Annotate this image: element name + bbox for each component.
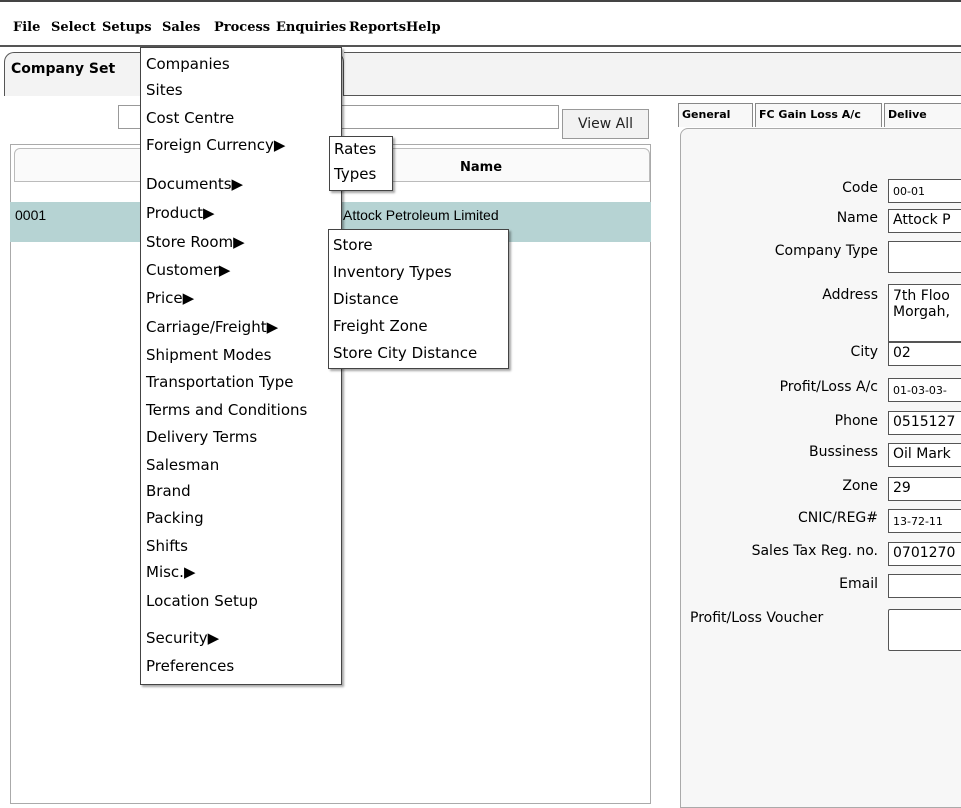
menu-item-brand[interactable]: Brand <box>146 482 191 500</box>
zone-field[interactable]: 29 <box>888 477 961 501</box>
menu-sales[interactable]: Sales <box>162 20 200 35</box>
phone-label: Phone <box>834 413 878 429</box>
menu-item-store-room[interactable]: Store Room▶ <box>146 233 245 251</box>
menu-item-preferences[interactable]: Preferences <box>146 657 234 675</box>
menu-item-shifts[interactable]: Shifts <box>146 537 188 555</box>
menu-item-delivery-terms[interactable]: Delivery Terms <box>146 428 257 446</box>
menu-item-location-setup[interactable]: Location Setup <box>146 592 258 610</box>
menu-item-shipment-modes[interactable]: Shipment Modes <box>146 346 271 364</box>
address-label: Address <box>822 287 878 303</box>
bussiness-label: Bussiness <box>808 444 878 460</box>
cnic-label: CNIC/REG# <box>797 510 878 526</box>
menu-item-misc[interactable]: Misc.▶ <box>146 563 195 581</box>
tab-strip-bar <box>344 52 961 96</box>
address-field[interactable]: 7th Floo Morgah, <box>888 284 961 342</box>
cnic-field[interactable]: 13-72-11 <box>888 509 961 533</box>
phone-field[interactable]: 0515127 <box>888 411 961 435</box>
menu-process[interactable]: Process <box>214 20 270 35</box>
address-line-2: Morgah, <box>893 304 950 320</box>
submenu-item-distance[interactable]: Distance <box>333 290 399 308</box>
submenu-item-store[interactable]: Store <box>333 236 373 254</box>
menu-bar: File Select Setups Sales Process Enquiri… <box>0 0 961 47</box>
menu-select[interactable]: Select <box>51 20 96 35</box>
name-label: Name <box>836 210 878 226</box>
sales-tax-label: Sales Tax Reg. no. <box>751 543 878 559</box>
row-name-cell: Attock Petroleum Limited <box>343 207 499 223</box>
row-code-cell: 0001 <box>15 207 47 223</box>
submenu-item-inventory-types[interactable]: Inventory Types <box>333 263 452 281</box>
foreign-currency-submenu: Rates Types <box>329 136 393 191</box>
code-field[interactable]: 00-01 <box>888 179 961 203</box>
menu-setups[interactable]: Setups <box>102 20 152 35</box>
company-type-label: Company Type <box>774 243 878 259</box>
menu-item-carriage-freight[interactable]: Carriage/Freight▶ <box>146 318 278 336</box>
zone-label: Zone <box>842 478 878 494</box>
setups-menu: Companies Sites Cost Centre Foreign Curr… <box>140 47 342 685</box>
profit-loss-ac-label: Profit/Loss A/c <box>779 379 878 395</box>
pl-voucher-label: Profit/Loss Voucher <box>690 610 824 626</box>
city-field[interactable]: 02 <box>888 342 961 366</box>
menu-item-foreign-currency[interactable]: Foreign Currency▶ <box>146 136 285 154</box>
menu-item-customer[interactable]: Customer▶ <box>146 261 230 279</box>
menu-item-product[interactable]: Product▶ <box>146 204 215 222</box>
name-column-header[interactable]: Name <box>460 160 502 175</box>
submenu-item-freight-zone[interactable]: Freight Zone <box>333 317 428 335</box>
city-label: City <box>850 344 878 360</box>
menu-item-cost-centre[interactable]: Cost Centre <box>146 109 234 127</box>
tab-delivery[interactable]: Delive <box>884 103 961 127</box>
menu-file[interactable]: File <box>13 20 40 35</box>
bussiness-field[interactable]: Oil Mark <box>888 443 961 467</box>
sales-tax-field[interactable]: 0701270 <box>888 542 961 566</box>
menu-help[interactable]: Help <box>406 20 441 35</box>
tab-fc-gain-loss[interactable]: FC Gain Loss A/c <box>755 103 882 127</box>
code-label: Code <box>842 180 878 196</box>
submenu-item-store-city-distance[interactable]: Store City Distance <box>333 344 477 362</box>
menu-item-companies[interactable]: Companies <box>146 55 230 73</box>
menu-item-terms-conditions[interactable]: Terms and Conditions <box>146 401 307 419</box>
profit-loss-ac-field[interactable]: 01-03-03- <box>888 378 961 402</box>
company-type-field[interactable] <box>888 241 961 273</box>
menu-item-price[interactable]: Price▶ <box>146 289 194 307</box>
menu-enquiries[interactable]: Enquiries <box>276 20 346 35</box>
tab-label: Company Set <box>11 61 116 77</box>
menu-item-packing[interactable]: Packing <box>146 509 204 527</box>
submenu-item-rates[interactable]: Rates <box>334 140 376 158</box>
menu-item-security[interactable]: Security▶ <box>146 629 219 647</box>
address-line-1: 7th Floo <box>893 288 950 304</box>
store-room-submenu: Store Inventory Types Distance Freight Z… <box>328 229 509 369</box>
menu-item-salesman[interactable]: Salesman <box>146 456 219 474</box>
name-field[interactable]: Attock P <box>888 209 961 233</box>
menu-reports[interactable]: Reports <box>349 20 406 35</box>
tab-general[interactable]: General <box>678 103 753 127</box>
view-all-button[interactable]: View All <box>562 109 649 139</box>
email-field[interactable] <box>888 574 961 598</box>
pl-voucher-field[interactable] <box>888 609 961 651</box>
menu-item-documents[interactable]: Documents▶ <box>146 175 243 193</box>
email-label: Email <box>839 576 878 592</box>
menu-item-transportation-type[interactable]: Transportation Type <box>146 373 294 391</box>
menu-item-sites[interactable]: Sites <box>146 81 183 99</box>
submenu-item-types[interactable]: Types <box>334 165 376 183</box>
